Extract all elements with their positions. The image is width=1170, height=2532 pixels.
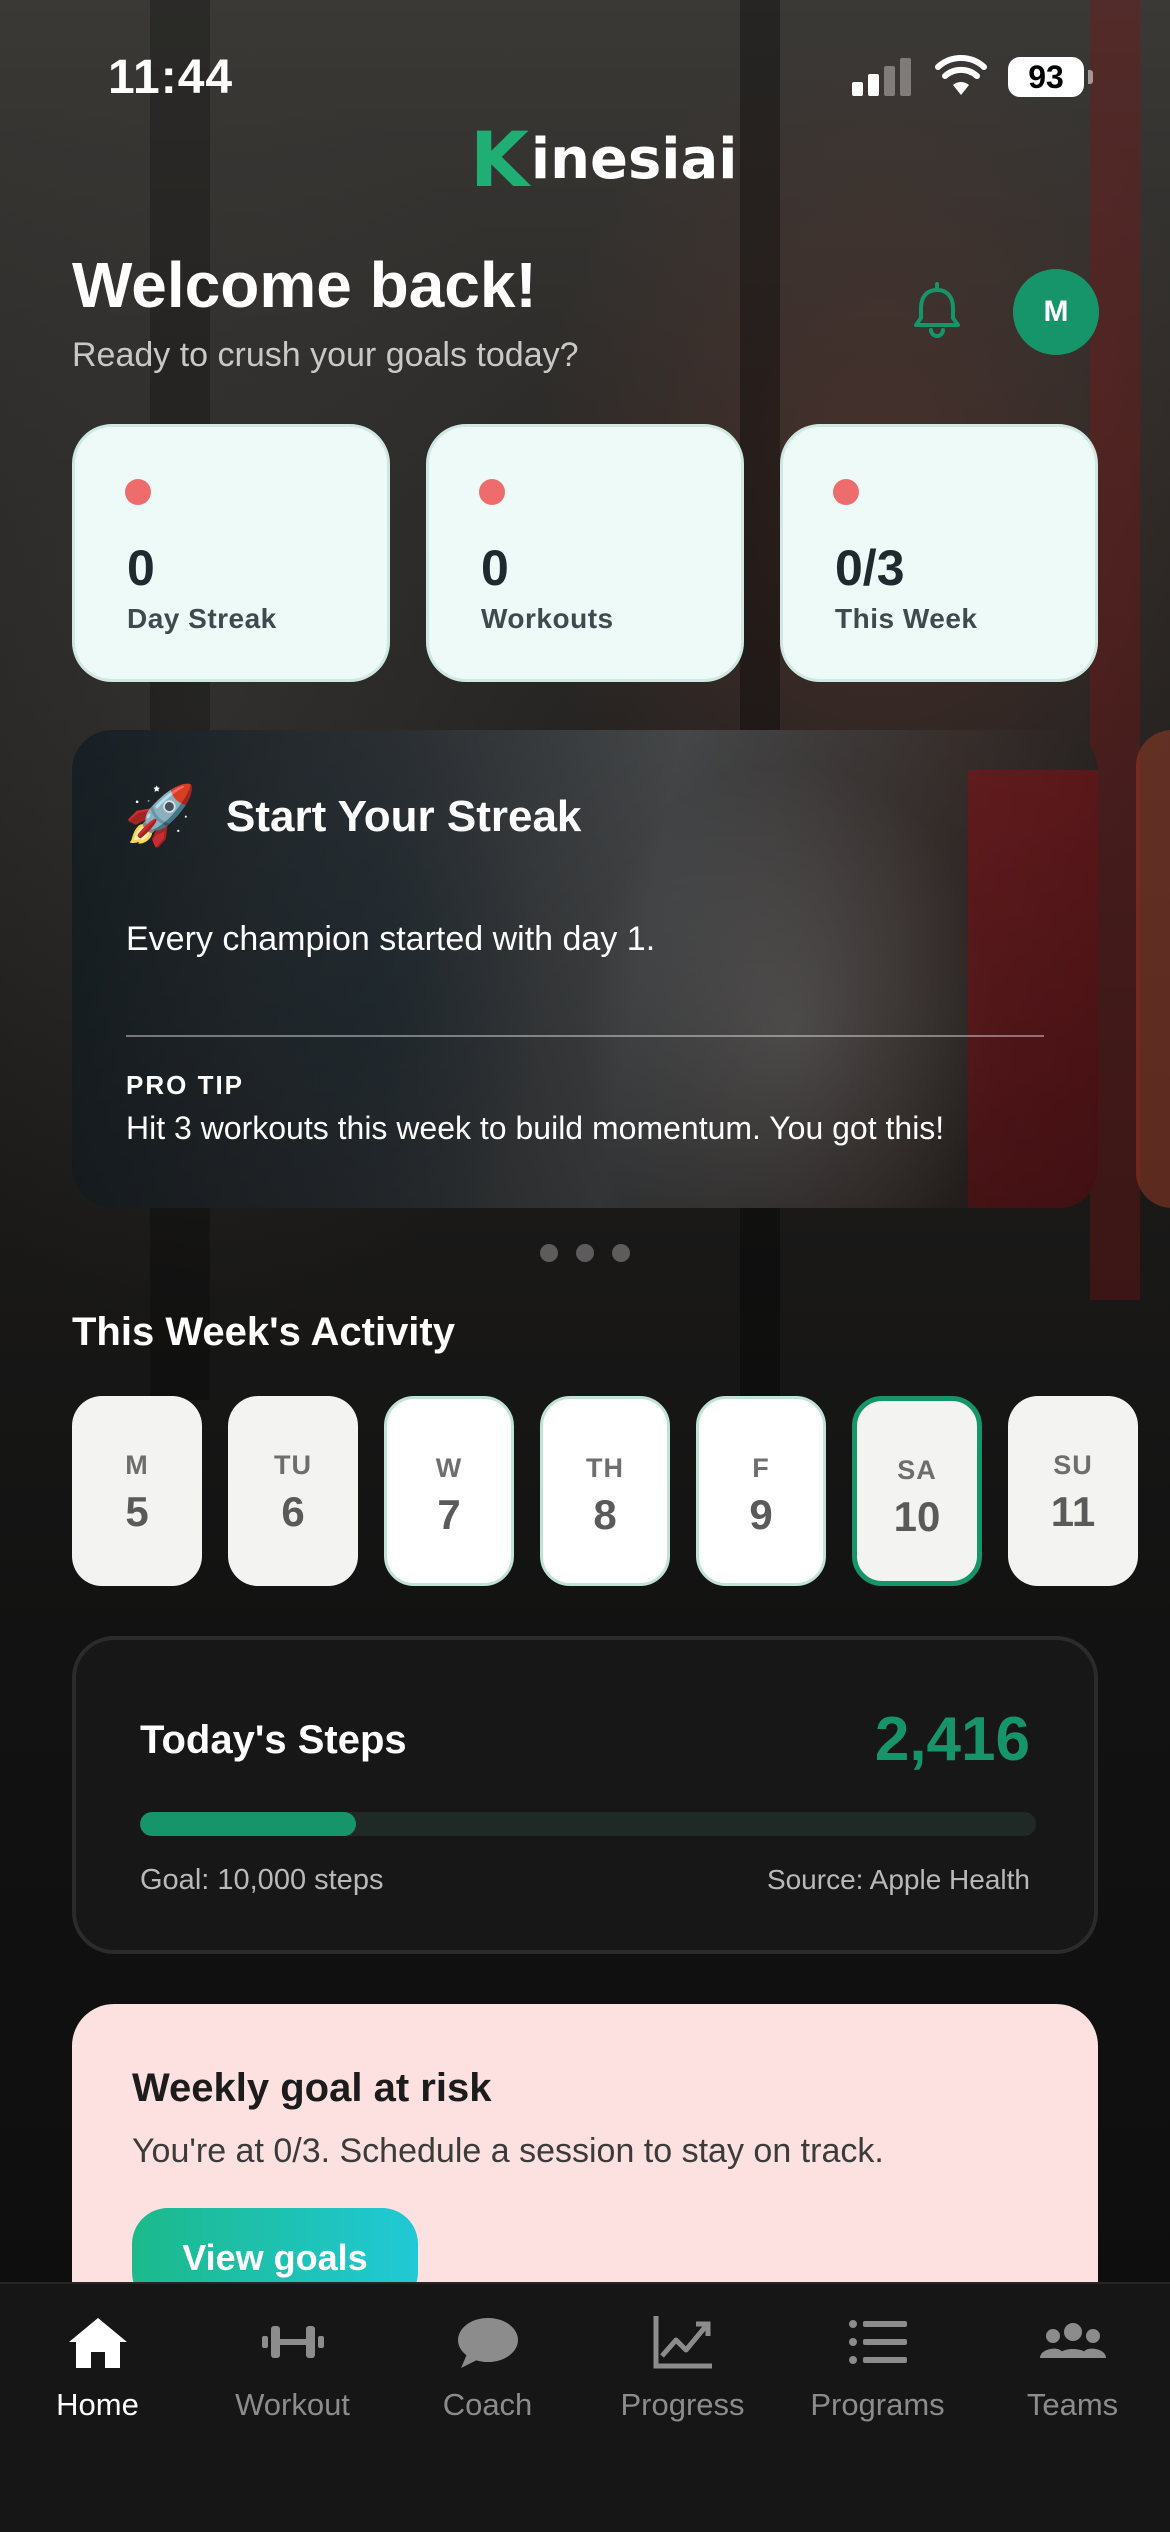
tab-home[interactable]: Home [0, 2312, 195, 2423]
day-label: W [435, 1453, 463, 1483]
day-card-f[interactable]: F9 [696, 1396, 826, 1586]
day-card-w[interactable]: W7 [384, 1396, 514, 1586]
stat-label: This Week [835, 603, 978, 634]
tab-label: Progress [620, 2387, 745, 2422]
day-label: F [752, 1453, 770, 1483]
bottom-tab-bar: Home Workout Coach Progress Programs Tea… [0, 2282, 1170, 2532]
day-card-su[interactable]: SU 11 [1008, 1396, 1138, 1586]
tab-label: Home [56, 2387, 139, 2422]
activity-section-title: This Week's Activity [72, 1310, 455, 1354]
steps-progress-fill [140, 1812, 357, 1836]
day-card-m[interactable]: M5 [72, 1396, 202, 1586]
next-card-peek[interactable] [1136, 730, 1170, 1208]
tab-label: Workout [235, 2387, 350, 2422]
day-number: 6 [281, 1488, 305, 1535]
page-subtitle: Ready to crush your goals today? [72, 336, 579, 374]
avatar[interactable]: M [1013, 269, 1099, 355]
steps-goal: Goal: 10,000 steps [140, 1864, 384, 1896]
tab-label: Teams [1026, 2387, 1119, 2422]
notification-bell-icon[interactable] [904, 278, 970, 344]
steps-progress-track [140, 1812, 1036, 1836]
pro-tip-text: Hit 3 workouts this week to build moment… [126, 1110, 945, 1146]
day-number: 8 [593, 1491, 617, 1538]
day-label: SA [897, 1455, 937, 1485]
status-dot [479, 479, 505, 505]
day-number: 7 [437, 1491, 461, 1538]
stat-label: Workouts [481, 603, 614, 634]
tab-teams[interactable]: Teams [975, 2312, 1170, 2423]
day-label: TH [586, 1453, 624, 1483]
tab-progress[interactable]: Progress [585, 2312, 780, 2423]
day-label: SU [1053, 1450, 1093, 1480]
steps-source: Source: Apple Health [766, 1864, 1030, 1895]
battery-indicator: 93 [1008, 57, 1093, 97]
app-logo: Kinesiai [470, 115, 738, 204]
rocket-icon: 🚀 [124, 783, 197, 848]
hero-text: Every champion started with day 1. [126, 920, 656, 958]
status-time: 11:44 [108, 51, 234, 104]
day-label: M [125, 1450, 149, 1480]
tab-workout[interactable]: Workout [195, 2312, 390, 2423]
day-number: 9 [749, 1491, 773, 1538]
steps-title: Today's Steps [140, 1718, 407, 1762]
carousel-dot[interactable] [576, 1244, 594, 1262]
status-dot [125, 479, 151, 505]
wifi-icon [935, 55, 987, 95]
day-card-sa[interactable]: SA 10 [852, 1396, 982, 1586]
stat-value: 0 [481, 540, 509, 596]
chart-icon [653, 2316, 712, 2369]
carousel-dot[interactable] [540, 1244, 558, 1262]
people-icon [1039, 2323, 1106, 2358]
steps-value: 2,416 [874, 1705, 1030, 1774]
carousel-pagination[interactable] [540, 1244, 630, 1262]
hero-title: Start Your Streak [226, 792, 582, 841]
home-icon [68, 2318, 127, 2368]
day-number: 5 [125, 1488, 149, 1535]
page-title: Welcome back! [72, 249, 537, 321]
risk-text: You're at 0/3. Schedule a session to sta… [132, 2132, 884, 2170]
tab-label: Coach [442, 2387, 533, 2422]
day-card-tu[interactable]: TU 6 [228, 1396, 358, 1586]
tab-label: Programs [810, 2387, 945, 2422]
steps-card[interactable]: Today's Steps 2,416 Goal: 10,000 steps S… [72, 1636, 1098, 1954]
tab-programs[interactable]: Programs [780, 2312, 975, 2423]
risk-title: Weekly goal at risk [132, 2066, 492, 2110]
chat-bubble-icon [457, 2318, 518, 2368]
carousel-dot[interactable] [612, 1244, 630, 1262]
day-number: 11 [1050, 1488, 1096, 1535]
dumbbell-icon [261, 2326, 324, 2358]
status-dot [833, 479, 859, 505]
stat-value: 0/3 [835, 540, 905, 596]
day-card-th[interactable]: TH 8 [540, 1396, 670, 1586]
stat-label: Day Streak [127, 603, 277, 634]
tab-coach[interactable]: Coach [390, 2312, 585, 2423]
divider [126, 1035, 1044, 1037]
stat-card-this-week: 0/3 This Week [780, 424, 1098, 682]
stat-value: 0 [127, 540, 155, 596]
signal-icon [852, 58, 912, 96]
day-label: TU [274, 1450, 312, 1480]
pro-tip-label: PRO TIP [126, 1070, 245, 1100]
stat-card-day-streak: 0 Day Streak [72, 424, 390, 682]
streak-hero-card[interactable]: 🚀 Start Your Streak Every champion start… [72, 730, 1098, 1208]
list-icon [848, 2320, 907, 2364]
stat-card-workouts: 0 Workouts [426, 424, 744, 682]
day-number: 10 [893, 1493, 941, 1540]
